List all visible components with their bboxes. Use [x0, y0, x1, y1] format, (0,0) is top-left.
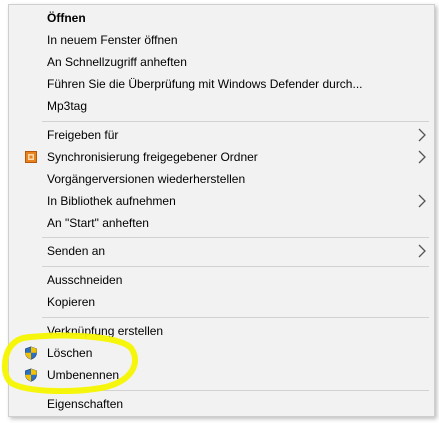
- menu-item-label: Eigenschaften: [47, 397, 124, 411]
- menu-item-label: In Bibliothek aufnehmen: [47, 194, 176, 208]
- menu-separator: [42, 266, 429, 267]
- menu-item-cut[interactable]: Ausschneiden: [10, 269, 433, 291]
- menu-item-label: Verknüpfung erstellen: [47, 324, 164, 338]
- menu-item-label: Synchronisierung freigegebener Ordner: [47, 150, 258, 164]
- screenshot-stage: Öffnen In neuem Fenster öffnen An Schnel…: [0, 0, 439, 423]
- menu-separator: [42, 121, 429, 122]
- menu-item-open-new-window[interactable]: In neuem Fenster öffnen: [10, 29, 433, 51]
- menu-item-pin-to-start[interactable]: An "Start" anheften: [10, 212, 433, 234]
- menu-item-rename[interactable]: Umbenennen: [10, 364, 433, 386]
- menu-item-label: Kopieren: [47, 295, 96, 309]
- menu-item-label: Umbenennen: [47, 368, 120, 382]
- menu-separator: [42, 390, 429, 391]
- menu-item-label: In neuem Fenster öffnen: [47, 33, 178, 47]
- chevron-right-icon: [418, 128, 426, 142]
- uac-shield-icon: [25, 368, 37, 382]
- menu-item-properties[interactable]: Eigenschaften: [10, 393, 433, 415]
- menu-item-label: An "Start" anheften: [47, 216, 149, 230]
- menu-item-label: Freigeben für: [47, 128, 119, 142]
- menu-item-include-in-library[interactable]: In Bibliothek aufnehmen: [10, 190, 433, 212]
- menu-item-label: Mp3tag: [47, 99, 88, 113]
- context-menu: Öffnen In neuem Fenster öffnen An Schnel…: [8, 4, 435, 417]
- chevron-right-icon: [418, 244, 426, 258]
- menu-item-create-shortcut[interactable]: Verknüpfung erstellen: [10, 320, 433, 342]
- menu-item-send-to[interactable]: Senden an: [10, 240, 433, 262]
- menu-separator: [42, 237, 429, 238]
- menu-item-copy[interactable]: Kopieren: [10, 291, 433, 313]
- menu-item-sync-shared-folder[interactable]: Synchronisierung freigegebener Ordner: [10, 146, 433, 168]
- menu-item-label: Vorgängerversionen wiederherstellen: [47, 172, 246, 186]
- menu-item-mp3tag[interactable]: Mp3tag: [10, 95, 433, 117]
- sync-folder-icon: [25, 151, 37, 163]
- menu-item-delete[interactable]: Löschen: [10, 342, 433, 364]
- uac-shield-icon: [25, 346, 37, 360]
- menu-item-scan-defender[interactable]: Führen Sie die Überprüfung mit Windows D…: [10, 73, 433, 95]
- menu-item-label: Öffnen: [47, 11, 86, 25]
- menu-item-open[interactable]: Öffnen: [10, 7, 433, 29]
- menu-item-label: Löschen: [47, 346, 93, 360]
- menu-item-label: Ausschneiden: [47, 273, 123, 287]
- menu-item-pin-quick-access[interactable]: An Schnellzugriff anheften: [10, 51, 433, 73]
- menu-separator: [42, 317, 429, 318]
- menu-item-label: An Schnellzugriff anheften: [47, 55, 187, 69]
- menu-item-restore-previous-versions[interactable]: Vorgängerversionen wiederherstellen: [10, 168, 433, 190]
- chevron-right-icon: [418, 150, 426, 164]
- menu-item-label: Führen Sie die Überprüfung mit Windows D…: [47, 77, 363, 91]
- menu-item-label: Senden an: [47, 244, 106, 258]
- menu-item-share-with[interactable]: Freigeben für: [10, 124, 433, 146]
- chevron-right-icon: [418, 194, 426, 208]
